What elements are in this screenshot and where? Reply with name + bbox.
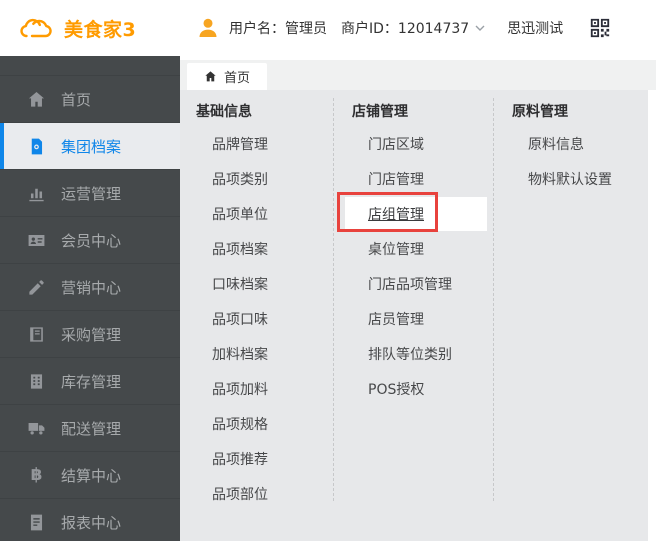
cloud-logo-icon [18, 15, 55, 42]
app-logo: 美食家3 [0, 15, 178, 42]
username-text: 用户名：管理员 [229, 18, 327, 38]
menu-item[interactable]: 原料信息 [528, 128, 612, 163]
menu-item[interactable]: 品项加料 [212, 373, 268, 408]
menu-item[interactable]: 品项规格 [212, 408, 268, 443]
currency-icon: ฿ [27, 466, 46, 485]
menu-item[interactable]: 门店区域 [368, 128, 452, 163]
sidebar-item-label: 采购管理 [61, 324, 121, 345]
sidebar-item-label: 库存管理 [61, 371, 121, 392]
menu-item[interactable]: 店组管理 [368, 198, 452, 233]
book-icon [27, 325, 46, 344]
merchant-id-dropdown[interactable]: 商户ID：12014737 [341, 18, 485, 38]
menu-item[interactable]: 物料默认设置 [528, 163, 612, 198]
menu-item[interactable]: 品项部位 [212, 478, 268, 513]
sidebar-item[interactable]: 采购管理 [0, 310, 180, 357]
sidebar-item[interactable]: 配送管理 [0, 404, 180, 451]
home-icon [27, 90, 46, 109]
sidebar-menu: 首页集团档案运营管理会员中心营销中心采购管理库存管理配送管理 ฿ 结算中心报表中心 [0, 75, 180, 545]
user-area: 用户名：管理员 商户ID：12014737 思迅测试 [196, 16, 611, 40]
chevron-down-icon [475, 25, 485, 31]
menu-column-basic-info: 基础信息 品牌管理品项类别品项单位品项档案口味档案品项口味加料档案品项加料品项规… [196, 103, 268, 513]
menu-column-store-management: 店铺管理 门店区域门店管理店组管理桌位管理门店品项管理店员管理排队等位类别POS… [352, 103, 452, 408]
merchant-id-text: 商户ID：12014737 [341, 18, 469, 38]
menu-column-title: 基础信息 [196, 103, 268, 121]
menu-item[interactable]: 店员管理 [368, 303, 452, 338]
column-divider [493, 98, 494, 501]
sidebar-item[interactable]: 集团档案 [0, 122, 180, 169]
menu-item[interactable]: 排队等位类别 [368, 338, 452, 373]
sidebar-item[interactable]: 营销中心 [0, 263, 180, 310]
app-body: 首页集团档案运营管理会员中心营销中心采购管理库存管理配送管理฿结算中心报表中心 … [0, 56, 656, 541]
tab-home[interactable]: 首页 [187, 63, 267, 90]
report-icon [27, 513, 46, 532]
menu-column-title: 原料管理 [512, 103, 612, 121]
sidebar-nav: 首页集团档案运营管理会员中心营销中心采购管理库存管理配送管理 ฿ 结算中心报表中心 [0, 56, 180, 541]
bar-chart-icon [27, 184, 46, 203]
menu-item[interactable]: 品项类别 [212, 163, 268, 198]
main-content: 首页 基础信息 品牌管理品项类别品项单位品项档案口味档案品项口味加料档案品项加料… [180, 56, 656, 541]
sidebar-item-label: 报表中心 [61, 512, 121, 533]
sidebar-item-label: 运营管理 [61, 183, 121, 204]
app-header: 美食家3 用户名：管理员 商户ID：12014737 思迅测试 [0, 0, 656, 56]
menu-item[interactable]: 加料档案 [212, 338, 268, 373]
menu-item[interactable]: POS授权 [368, 373, 452, 408]
menu-item[interactable]: 桌位管理 [368, 233, 452, 268]
user-avatar-icon [196, 16, 220, 40]
menu-item[interactable]: 品项推荐 [212, 443, 268, 478]
sidebar-item-label: 集团档案 [61, 136, 121, 157]
menu-column-items: 品牌管理品项类别品项单位品项档案口味档案品项口味加料档案品项加料品项规格品项推荐… [196, 128, 268, 513]
menu-item[interactable]: 品项单位 [212, 198, 268, 233]
sidebar-item[interactable]: 首页 [0, 75, 180, 122]
menu-column-title: 店铺管理 [352, 103, 452, 121]
sidebar-item-label: 营销中心 [61, 277, 121, 298]
member-card-icon [27, 231, 46, 250]
sidebar-item[interactable]: 报表中心 [0, 498, 180, 545]
menu-item[interactable]: 品牌管理 [212, 128, 268, 163]
edit-icon [27, 278, 46, 297]
menu-column-items: 门店区域门店管理店组管理桌位管理门店品项管理店员管理排队等位类别POS授权 [352, 128, 452, 408]
truck-icon [27, 419, 46, 438]
menu-item[interactable]: 品项口味 [212, 303, 268, 338]
sidebar-item-label: 首页 [61, 89, 91, 110]
menu-item[interactable]: 门店管理 [368, 163, 452, 198]
menu-item[interactable]: 口味档案 [212, 268, 268, 303]
menu-item[interactable]: 门店品项管理 [368, 268, 452, 303]
app-title: 美食家3 [64, 15, 136, 42]
column-divider [333, 98, 334, 501]
menu-column-material-management: 原料管理 原料信息物料默认设置 [512, 103, 612, 198]
sidebar-item[interactable]: 运营管理 [0, 169, 180, 216]
warehouse-icon [27, 372, 46, 391]
sidebar-item-label: 结算中心 [61, 465, 121, 486]
sidebar-item-label: 会员中心 [61, 230, 121, 251]
tab-bar: 首页 [180, 60, 656, 90]
sidebar-item-label: 配送管理 [61, 418, 121, 439]
sidebar-item[interactable]: 会员中心 [0, 216, 180, 263]
qr-code-icon[interactable] [589, 17, 611, 39]
tab-label: 首页 [224, 67, 250, 86]
mega-menu-panel: 基础信息 品牌管理品项类别品项单位品项档案口味档案品项口味加料档案品项加料品项规… [180, 90, 648, 541]
sidebar-item[interactable]: ฿ 结算中心 [0, 451, 180, 498]
menu-item[interactable]: 品项档案 [212, 233, 268, 268]
menu-column-items: 原料信息物料默认设置 [512, 128, 612, 198]
environment-name: 思迅测试 [507, 18, 563, 38]
archive-icon [27, 137, 46, 156]
sidebar-item[interactable]: 库存管理 [0, 357, 180, 404]
home-icon [204, 70, 217, 83]
